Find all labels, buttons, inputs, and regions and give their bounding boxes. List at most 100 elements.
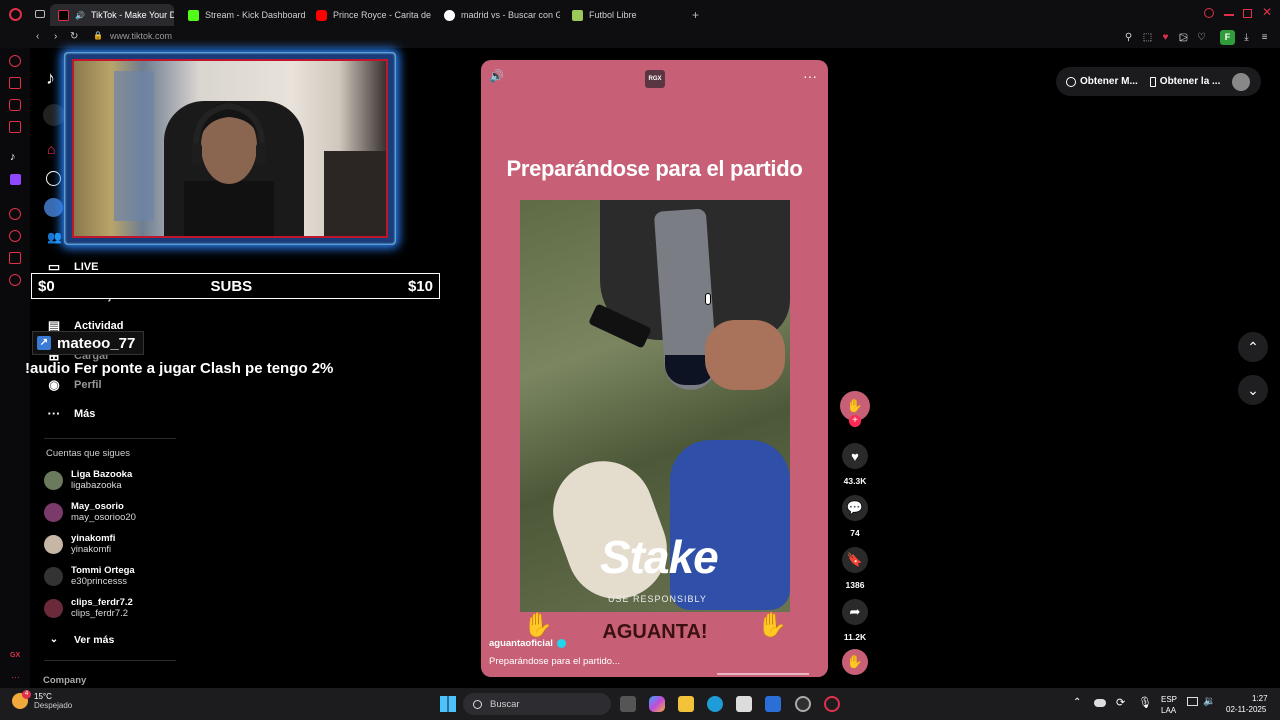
reload-icon[interactable]: ↻ (70, 31, 78, 42)
get-coins-button[interactable]: Obtener M... (1066, 76, 1138, 87)
opera-gx-icon[interactable] (824, 696, 840, 712)
sync-icon[interactable]: ⟳ (1116, 696, 1125, 709)
coin-icon (1066, 76, 1076, 87)
task-view-icon[interactable] (620, 696, 636, 712)
edge-icon[interactable] (707, 696, 723, 712)
tray-chevron-icon[interactable]: ⌃ (1073, 697, 1081, 708)
mail-icon[interactable] (9, 121, 21, 133)
history-icon[interactable] (9, 55, 21, 67)
extension-icon[interactable] (9, 252, 21, 264)
language-1[interactable]: ESP (1161, 695, 1177, 704)
more-rail-icon[interactable]: ··· (11, 672, 20, 682)
profile-icon: ◉ (48, 377, 60, 392)
follow-plus-icon[interactable]: + (849, 415, 861, 427)
progress-bar[interactable] (717, 673, 809, 675)
audio-icon[interactable]: 🔊 (75, 11, 85, 20)
tab-tiktok[interactable]: 🔊 TikTok - Make Your Da (50, 4, 174, 26)
tab-label: TikTok - Make Your Da (90, 10, 174, 20)
following-item[interactable]: yinakomfi yinakomfi (44, 533, 115, 555)
video-player[interactable]: 🔊 RGX ··· Preparándose para el partido S… (481, 60, 828, 677)
settings-icon[interactable] (9, 274, 21, 286)
close-icon[interactable]: ✕ (1262, 5, 1272, 19)
chrome-icon[interactable] (795, 696, 811, 712)
sponsor-logo: Stake (600, 531, 719, 583)
minimize-icon[interactable] (1224, 14, 1234, 16)
speaker-icon[interactable]: 🔉 (1203, 696, 1215, 707)
file-explorer-icon[interactable] (678, 696, 694, 712)
sound-disc[interactable]: ✋ (842, 649, 868, 675)
friends-icon[interactable]: 👥 (47, 230, 62, 244)
new-tab-button[interactable]: + (692, 8, 699, 22)
tab-manager-icon[interactable] (35, 10, 45, 18)
explore-icon[interactable] (46, 171, 61, 186)
play-icon[interactable]: ▷ (1177, 31, 1190, 44)
following-item[interactable]: Tommi Ortega e30princesss (44, 565, 135, 587)
mic-icon[interactable]: 🎙 (1138, 696, 1152, 709)
chat-icon[interactable] (9, 99, 21, 111)
see-more-link[interactable]: ⌄ Ver más (46, 632, 115, 648)
video-author[interactable]: aguantaoficial (489, 638, 566, 649)
twitch-rail-icon[interactable] (10, 174, 21, 185)
volume-icon[interactable]: 🔊 (489, 69, 504, 83)
favorite-icon[interactable]: ♡ (1195, 31, 1208, 44)
banner-text: AGUANTA! (602, 621, 708, 643)
profile-badge[interactable]: F (1220, 30, 1235, 45)
next-video-button[interactable]: ⌄ (1238, 375, 1268, 405)
sidebar-item-more[interactable]: ··· Más (46, 406, 96, 422)
gx-logo-icon: GX (10, 652, 21, 659)
pin-icon[interactable]: ⚲ (1122, 31, 1135, 44)
clock-date: 02-11-2025 (1226, 705, 1267, 714)
share-button[interactable]: ➦ (842, 599, 868, 625)
store-icon[interactable] (736, 696, 752, 712)
sidebar-item-profile[interactable]: ◉ Perfil (46, 377, 101, 393)
avatar[interactable] (1232, 72, 1251, 91)
tiktok-logo-icon[interactable]: ♪ (46, 68, 55, 89)
display-icon[interactable] (1187, 697, 1198, 706)
taskbar-search[interactable]: Buscar (463, 693, 611, 715)
tab-youtube[interactable]: Prince Royce - Carita de (308, 4, 432, 26)
video-title: Preparándose para el partido (506, 156, 803, 181)
following-name: May_osorio (71, 501, 124, 512)
subs-current: $0 (38, 277, 55, 295)
forward-icon[interactable]: › (54, 31, 57, 42)
clock-time[interactable]: 1:27 (1252, 694, 1268, 703)
following-name: Liga Bazooka (71, 469, 133, 480)
search-icon[interactable] (1204, 8, 1214, 18)
tab-kick[interactable]: Stream - Kick Dashboard (180, 4, 308, 26)
pocket-icon[interactable]: ♥ (1159, 31, 1172, 44)
following-item[interactable]: May_osorio may_osorioo20 (44, 501, 136, 523)
search-icon[interactable] (43, 104, 65, 126)
avatar[interactable] (44, 198, 63, 217)
tiktok-rail-icon[interactable]: ♪ (10, 151, 16, 163)
avatar (44, 534, 63, 554)
webcam-overlay (64, 52, 396, 245)
record-icon[interactable] (9, 208, 21, 220)
more-options-icon[interactable]: ··· (803, 68, 817, 84)
get-app-button[interactable]: Obtener la ... (1149, 76, 1220, 87)
onedrive-icon[interactable] (1094, 699, 1106, 707)
like-button[interactable]: ♥ (842, 443, 868, 469)
video-frame: Stake USE RESPONSIBLY (520, 200, 790, 612)
bag-icon[interactable] (9, 77, 21, 89)
start-icon[interactable] (440, 696, 456, 712)
download-icon[interactable]: ⤓ (1240, 31, 1253, 44)
home-icon[interactable]: ⌂ (47, 141, 55, 157)
tab-futbol[interactable]: Futbol Libre (564, 4, 674, 26)
menu-icon[interactable]: ≡ (1258, 31, 1271, 44)
browser-logo-icon[interactable] (9, 8, 22, 21)
company-link[interactable]: Company (43, 675, 86, 686)
app-icon[interactable] (765, 696, 781, 712)
previous-video-button[interactable]: ⌃ (1238, 332, 1268, 362)
search-icon (473, 699, 482, 709)
following-item[interactable]: Liga Bazooka ligabazooka (44, 469, 132, 491)
copilot-icon[interactable] (649, 696, 665, 712)
back-icon[interactable]: ‹ (36, 31, 39, 42)
save-button[interactable]: 🔖 (842, 547, 868, 573)
screenshot-icon[interactable]: ⬚ (1141, 31, 1154, 44)
following-item[interactable]: clips_ferdr7.2 clips_ferdr7.2 (44, 597, 133, 619)
tab-google[interactable]: madrid vs - Buscar con G (436, 4, 560, 26)
clock-icon[interactable] (9, 230, 21, 242)
comment-button[interactable]: 💬 (842, 495, 868, 521)
restore-icon[interactable] (1243, 9, 1252, 18)
url-field[interactable]: www.tiktok.com (110, 31, 172, 41)
